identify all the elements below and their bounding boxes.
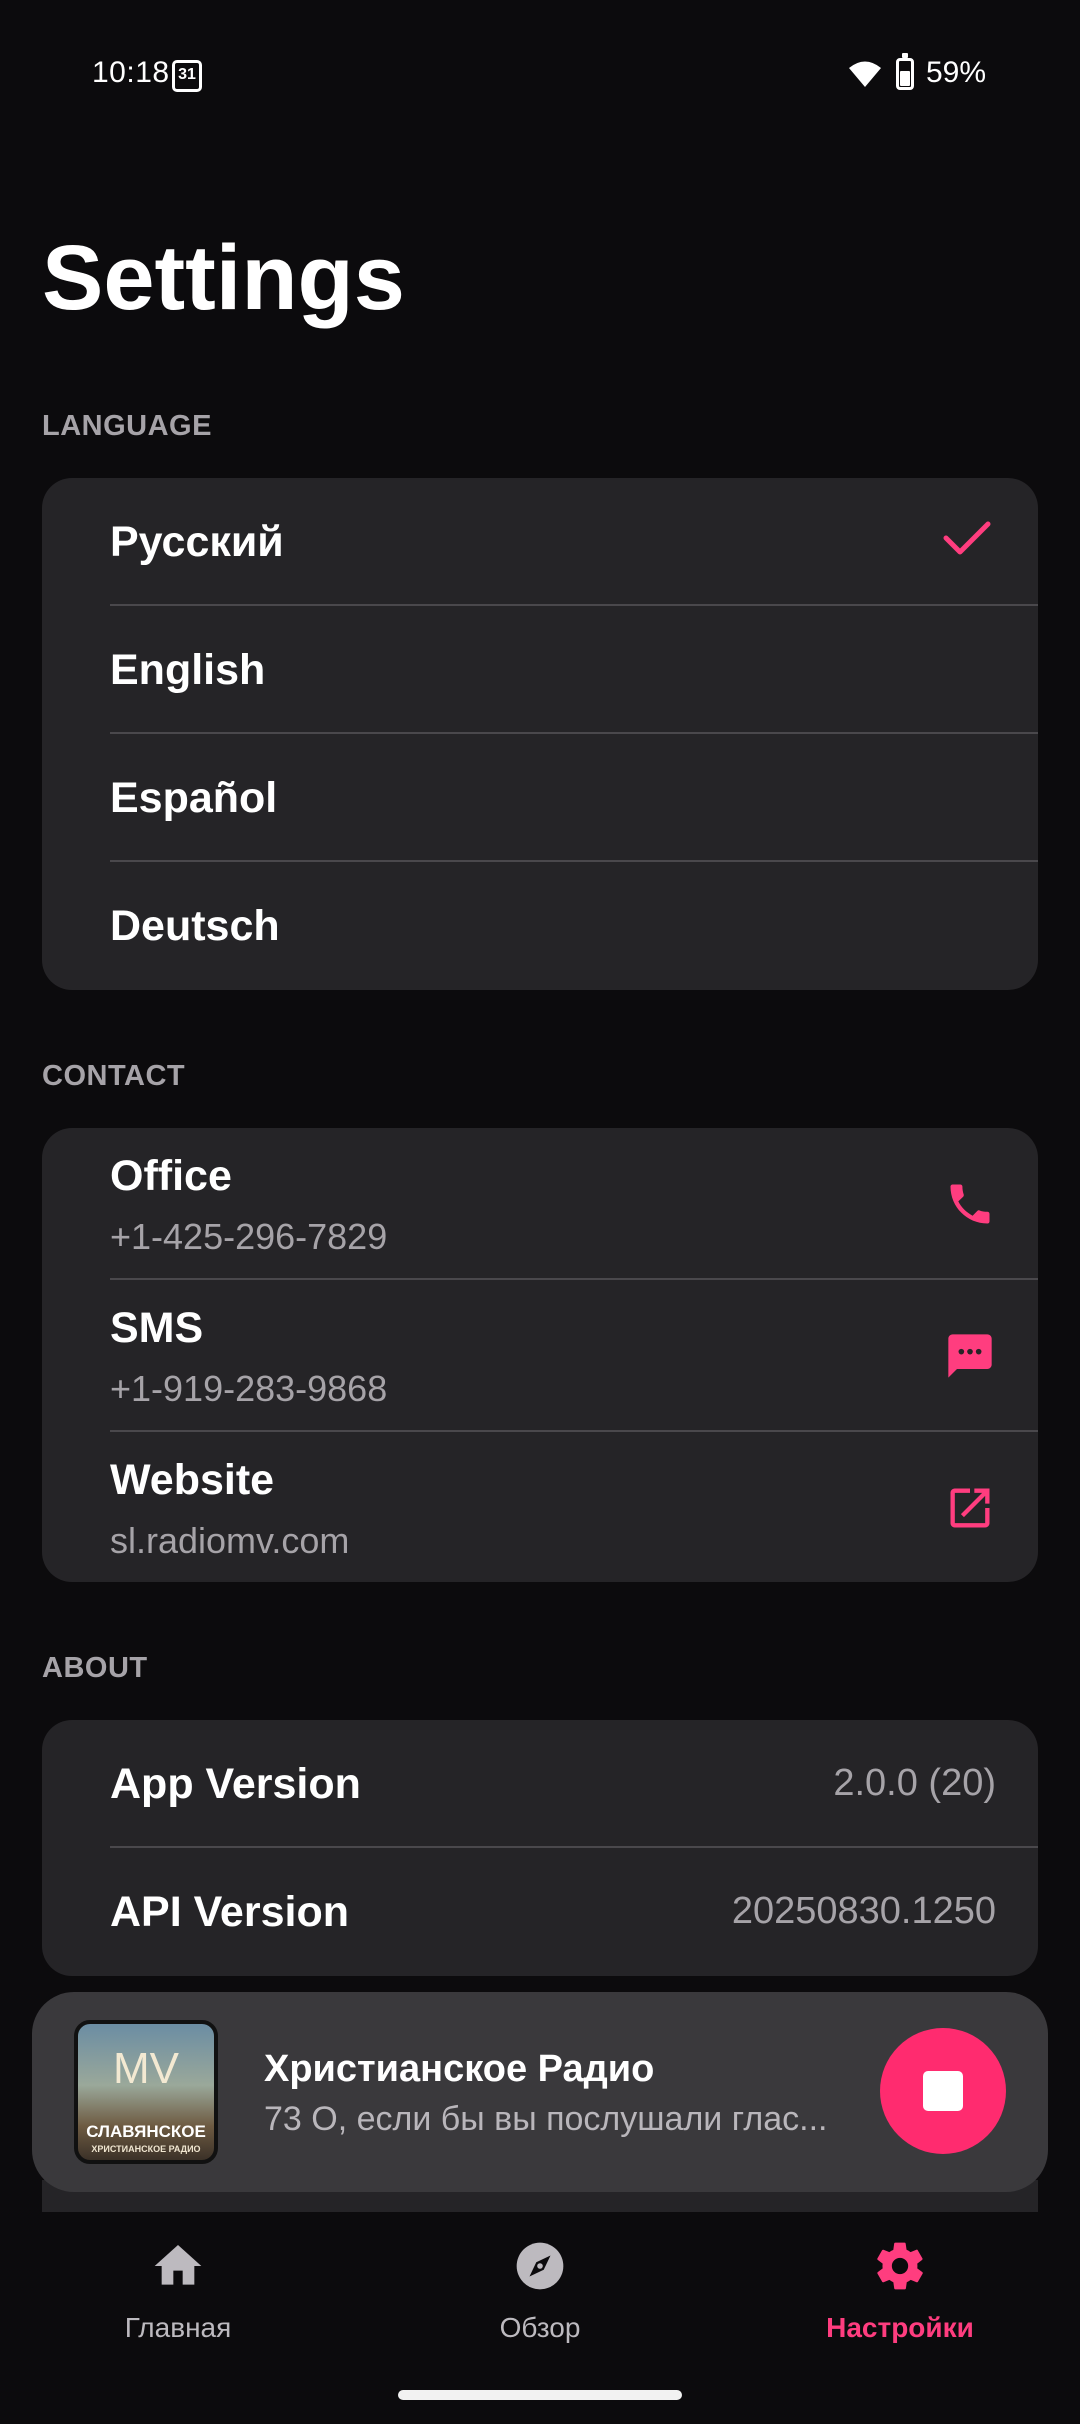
open-external-icon [950, 1488, 990, 1528]
language-label: Русский [110, 518, 284, 566]
settings-screen: 10:18 31 59% Settings LANGUAGE Русский E… [0, 0, 1080, 2424]
nav-item-browse[interactable]: Обзор [390, 2238, 690, 2358]
contact-title: Website [110, 1456, 275, 1504]
nav-item-settings[interactable]: Настройки [750, 2238, 1050, 2358]
battery-icon [896, 53, 914, 90]
compass-icon [516, 2242, 564, 2290]
contact-value: +1-919-283-9868 [110, 1368, 388, 1409]
contact-card: Office +1-425-296-7829 SMS +1-919-283-98… [42, 1128, 1038, 1582]
contact-office[interactable]: Office +1-425-296-7829 [42, 1128, 1038, 1281]
language-option-english[interactable]: English [42, 606, 1038, 734]
status-bar: 10:18 31 59% [0, 0, 1080, 150]
about-api-version: API Version 20250830.1250 [42, 1848, 1038, 1976]
battery-percent: 59% [926, 56, 987, 89]
language-label: English [110, 646, 266, 694]
about-title: App Version [110, 1760, 361, 1808]
section-label-language: LANGUAGE [42, 410, 212, 442]
about-value: 20250830.1250 [731, 1890, 996, 1932]
check-icon [943, 521, 991, 555]
language-card: Русский English Español Deutsch [42, 478, 1038, 990]
nav-label: Главная [124, 2312, 232, 2343]
nav-label: Обзор [499, 2312, 581, 2343]
contact-title: SMS [110, 1304, 204, 1352]
calendar-icon: 31 [172, 60, 202, 92]
contact-value: +1-425-296-7829 [110, 1216, 388, 1257]
page-title: Settings [42, 227, 405, 329]
mini-player[interactable]: MV СЛАВЯНСКОЕ ХРИСТИАНСКОЕ РАДИО Христиа… [32, 1992, 1048, 2192]
player-station-title: Христианское Радио [264, 2048, 655, 2090]
status-time: 10:18 [92, 56, 170, 89]
about-app-version: App Version 2.0.0 (20) [42, 1720, 1038, 1848]
stop-icon [923, 2071, 963, 2111]
nav-label: Настройки [826, 2312, 974, 2343]
artwork-title: СЛАВЯНСКОЕ [86, 2122, 206, 2141]
contact-sms[interactable]: SMS +1-919-283-9868 [42, 1280, 1038, 1433]
station-artwork: MV СЛАВЯНСКОЕ ХРИСТИАНСКОЕ РАДИО [74, 2020, 218, 2164]
about-card: App Version 2.0.0 (20) API Version 20250… [42, 1720, 1038, 1976]
home-indicator[interactable] [398, 2390, 682, 2400]
language-option-spanish[interactable]: Español [42, 734, 1038, 862]
about-title: API Version [110, 1888, 349, 1936]
contact-website[interactable]: Website sl.radiomv.com [42, 1432, 1038, 1582]
home-icon [154, 2245, 202, 2285]
nav-item-home[interactable]: Главная [28, 2238, 328, 2358]
station-logo: MV [113, 2044, 179, 2093]
language-label: Deutsch [110, 902, 280, 950]
phone-icon [950, 1184, 990, 1224]
wifi-icon [849, 61, 881, 87]
gear-icon [877, 2242, 923, 2290]
contact-title: Office [110, 1152, 232, 1200]
language-option-russian[interactable]: Русский [42, 478, 1038, 606]
about-value: 2.0.0 (20) [833, 1762, 996, 1804]
message-icon [948, 1334, 992, 1378]
language-label: Español [110, 774, 278, 822]
stop-button[interactable] [880, 2028, 1006, 2154]
artwork-subtitle: ХРИСТИАНСКОЕ РАДИО [91, 2144, 201, 2154]
contact-value: sl.radiomv.com [110, 1520, 350, 1561]
language-option-german[interactable]: Deutsch [42, 862, 1038, 990]
section-label-contact: CONTACT [42, 1060, 186, 1092]
section-label-about: ABOUT [42, 1652, 148, 1684]
player-track-subtitle: 73 О, если бы вы послушали глас... [264, 2100, 828, 2138]
